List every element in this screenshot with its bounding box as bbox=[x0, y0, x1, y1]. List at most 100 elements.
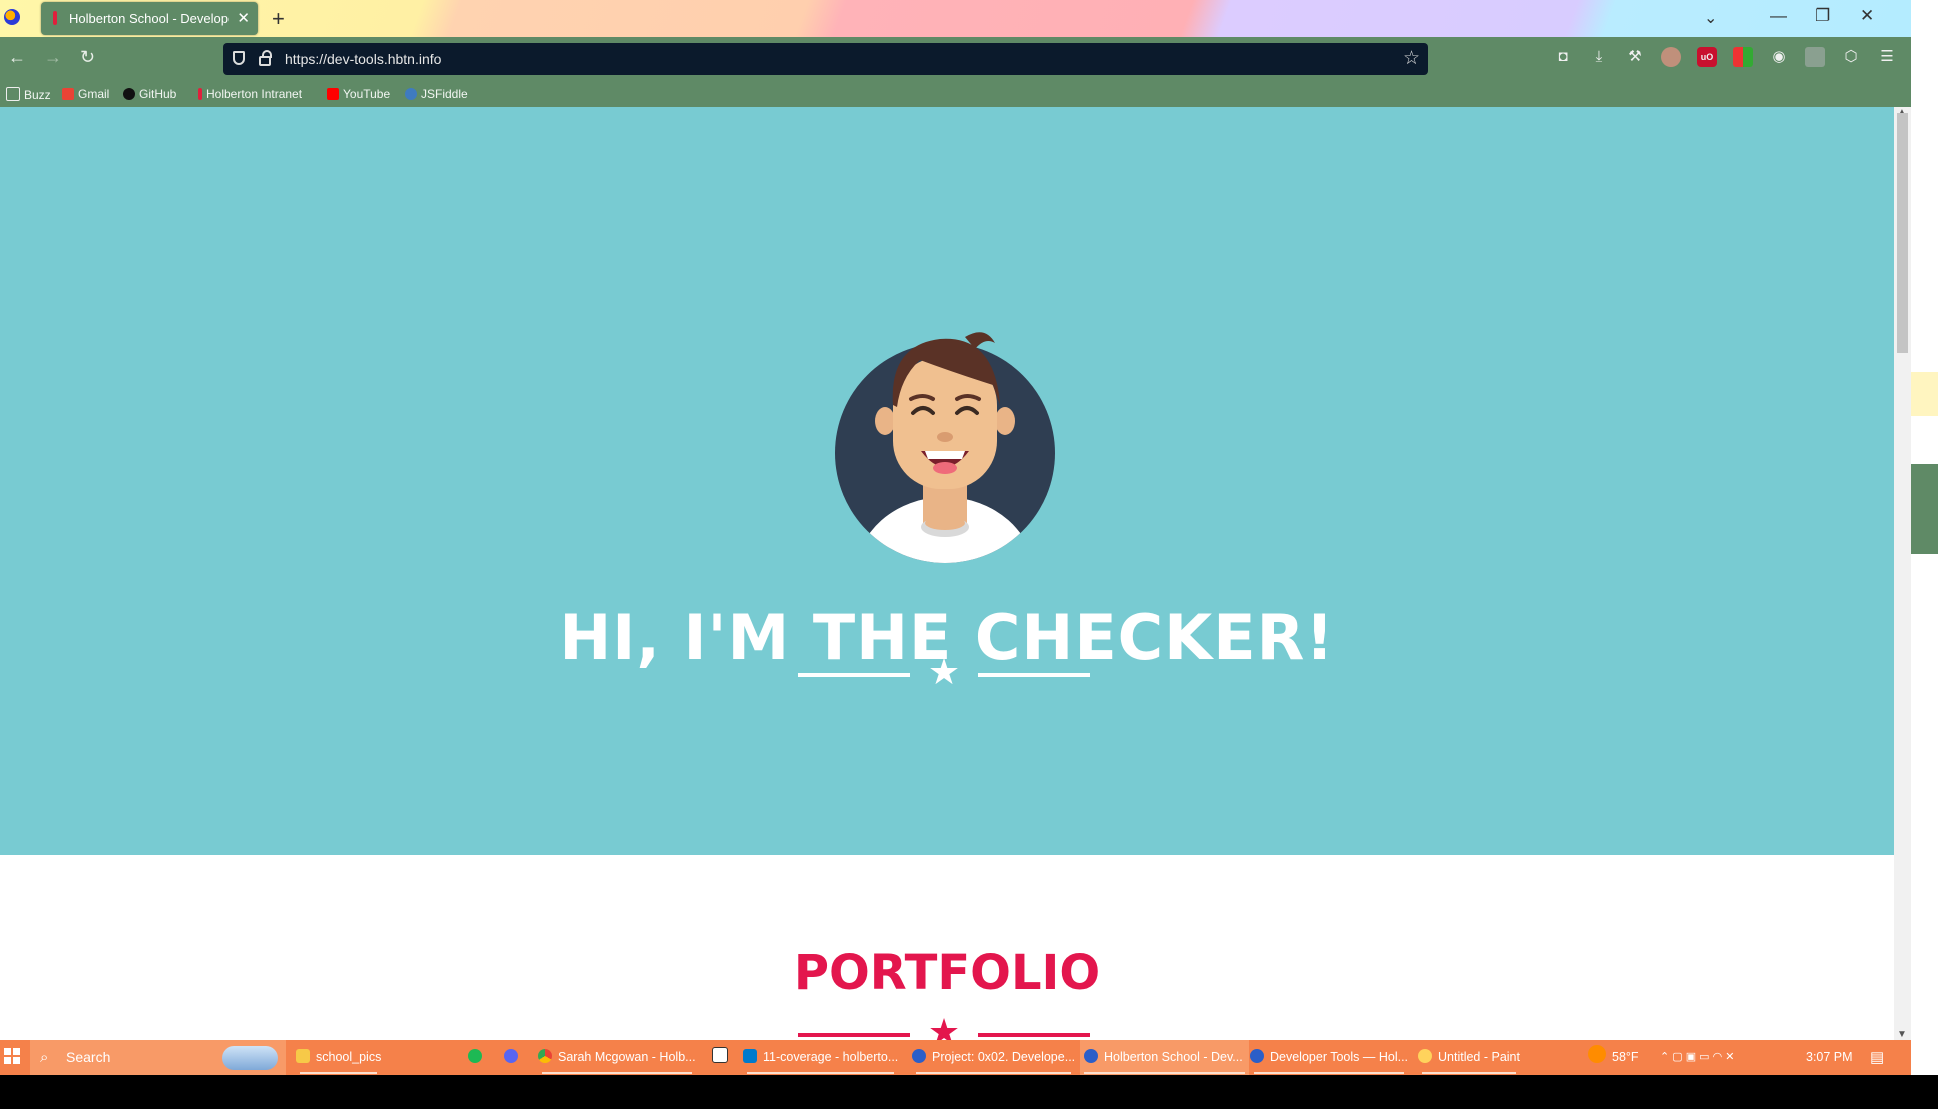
folder-icon bbox=[296, 1049, 310, 1063]
firefox-icon bbox=[1250, 1049, 1264, 1063]
reload-button[interactable]: ↻ bbox=[80, 47, 95, 68]
tab-strip: Holberton School - Developer t ✕ + ⌄ — ❐… bbox=[0, 0, 1911, 37]
taskbar: ⌕ Search school_pics Sarah Mcgowan - Hol… bbox=[0, 1040, 1911, 1075]
bookmark-holberton-intranet[interactable]: Holberton Intranet bbox=[198, 87, 302, 101]
windows-start-icon bbox=[4, 1048, 20, 1064]
gmail-icon bbox=[62, 88, 74, 100]
weather-temp: 58°F bbox=[1612, 1050, 1639, 1064]
tab-active[interactable]: Holberton School - Developer t ✕ bbox=[41, 2, 258, 35]
hero-section: HI, I'M THE CHECKER! ★ bbox=[0, 107, 1894, 855]
tab-close-icon[interactable]: ✕ bbox=[237, 9, 250, 27]
scrollbar-thumb[interactable] bbox=[1897, 113, 1908, 353]
taskbar-item-vscode[interactable]: 11-coverage - holberto... bbox=[743, 1040, 898, 1075]
extension-icon-2[interactable] bbox=[1805, 47, 1825, 67]
bookmark-label: Gmail bbox=[78, 87, 110, 101]
bookmark-gmail[interactable]: Gmail bbox=[62, 87, 109, 101]
chrome-icon bbox=[538, 1049, 552, 1063]
vscode-icon bbox=[743, 1049, 757, 1063]
extensions-puzzle-icon[interactable]: ⬡ bbox=[1841, 47, 1861, 67]
bookmark-star-icon[interactable]: ☆ bbox=[1403, 47, 1420, 70]
taskbar-label: Sarah Mcgowan - Holb... bbox=[558, 1050, 696, 1064]
taskbar-item-firefox-devtools[interactable]: Developer Tools — Hol... bbox=[1250, 1040, 1408, 1075]
system-tray-icons[interactable]: ⌃ ▢ ▣ ▭ ◠ ✕ bbox=[1660, 1040, 1735, 1075]
taskbar-label: Untitled - Paint bbox=[1438, 1050, 1520, 1064]
lock-icon[interactable] bbox=[259, 50, 272, 66]
background-window-panel bbox=[1911, 464, 1938, 554]
tab-list-chevron-icon[interactable]: ⌄ bbox=[1704, 8, 1717, 28]
discord-icon bbox=[504, 1049, 518, 1063]
taskbar-item-spotify[interactable] bbox=[468, 1040, 488, 1075]
background-window-strip bbox=[1911, 372, 1938, 416]
taskbar-item-school-pics[interactable]: school_pics bbox=[296, 1040, 381, 1075]
spotify-icon bbox=[468, 1049, 482, 1063]
taskbar-search[interactable]: ⌕ Search bbox=[30, 1040, 286, 1075]
back-button[interactable]: ← bbox=[8, 47, 26, 68]
profile-avatar-icon[interactable] bbox=[1661, 47, 1681, 67]
eye-extension-icon[interactable]: ◉ bbox=[1769, 47, 1789, 67]
taskbar-item-chrome[interactable]: Sarah Mcgowan - Holb... bbox=[538, 1040, 696, 1075]
pocket-icon[interactable]: ◘ bbox=[1553, 47, 1573, 67]
bookmark-youtube[interactable]: YouTube bbox=[327, 87, 390, 101]
bookmark-label: GitHub bbox=[139, 87, 177, 101]
tab-title: Holberton School - Developer t bbox=[69, 11, 229, 26]
screen: Holberton School - Developer t ✕ + ⌄ — ❐… bbox=[0, 0, 1911, 1075]
taskbar-label: Developer Tools — Hol... bbox=[1270, 1050, 1409, 1064]
bookmark-label: Holberton Intranet bbox=[206, 87, 303, 101]
minimize-button[interactable]: — bbox=[1770, 6, 1787, 26]
menu-icon[interactable]: ☰ bbox=[1877, 47, 1897, 67]
search-icon: ⌕ bbox=[40, 1049, 49, 1066]
close-window-button[interactable]: ✕ bbox=[1860, 6, 1874, 26]
notion-icon bbox=[712, 1047, 728, 1063]
new-tab-button[interactable]: + bbox=[272, 6, 285, 32]
scroll-down-icon[interactable]: ▼ bbox=[1897, 1029, 1907, 1040]
star-icon: ★ bbox=[927, 1011, 961, 1041]
firefox-icon bbox=[1084, 1049, 1098, 1063]
start-button[interactable] bbox=[4, 1040, 24, 1075]
weather-widget[interactable]: 58°F bbox=[1588, 1040, 1639, 1075]
web-page: HI, I'M THE CHECKER! ★ PORTFOLIO ★ bbox=[0, 107, 1894, 1040]
taskbar-item-firefox-holberton[interactable]: Holberton School - Dev... bbox=[1080, 1040, 1249, 1075]
navigation-toolbar: ← → ↻ https://dev-tools.hbtn.info ☆ ◘ ⤓ … bbox=[0, 37, 1911, 83]
bookmark-label: Buzz bbox=[24, 88, 51, 102]
firefox-icon[interactable] bbox=[4, 9, 20, 25]
restore-button[interactable]: ❐ bbox=[1815, 6, 1830, 26]
tracking-shield-icon[interactable] bbox=[233, 51, 245, 65]
search-highlight-image bbox=[222, 1046, 278, 1070]
taskbar-item-firefox-project[interactable]: Project: 0x02. Develope... bbox=[912, 1040, 1075, 1075]
download-icon[interactable]: ⤓ bbox=[1589, 47, 1609, 67]
paint-icon bbox=[1418, 1049, 1432, 1063]
divider-line bbox=[978, 1033, 1090, 1037]
clock[interactable]: 3:07 PM bbox=[1806, 1040, 1853, 1075]
taskbar-label: 11-coverage - holberto... bbox=[763, 1050, 899, 1064]
search-placeholder: Search bbox=[66, 1049, 111, 1065]
bookmark-buzz[interactable]: Buzz bbox=[6, 87, 51, 102]
bookmark-label: JSFiddle bbox=[421, 87, 468, 101]
holberton-icon bbox=[53, 11, 57, 25]
divider-line bbox=[798, 673, 910, 677]
github-icon bbox=[123, 88, 135, 100]
forward-button[interactable]: → bbox=[44, 47, 62, 68]
taskbar-item-discord[interactable] bbox=[504, 1040, 524, 1075]
bookmark-github[interactable]: GitHub bbox=[123, 87, 176, 101]
screen-bottom-bezel bbox=[0, 1075, 1938, 1109]
taskbar-label: Project: 0x02. Develope... bbox=[932, 1050, 1076, 1064]
wrench-icon[interactable]: ⚒ bbox=[1625, 47, 1645, 67]
bookmarks-toolbar: Buzz Gmail GitHub Holberton Intranet You… bbox=[0, 83, 1911, 108]
extension-icon[interactable] bbox=[1733, 47, 1753, 67]
taskbar-item-paint[interactable]: Untitled - Paint bbox=[1418, 1040, 1520, 1075]
taskbar-item-notion[interactable] bbox=[712, 1040, 734, 1075]
bookmark-jsfiddle[interactable]: JSFiddle bbox=[405, 87, 468, 101]
star-icon: ★ bbox=[927, 651, 961, 692]
holberton-icon bbox=[198, 88, 202, 100]
notifications-icon[interactable]: ▤ bbox=[1870, 1040, 1884, 1075]
divider-line bbox=[798, 1033, 910, 1037]
address-bar[interactable]: https://dev-tools.hbtn.info ☆ bbox=[223, 43, 1428, 75]
taskbar-label: Holberton School - Dev... bbox=[1104, 1050, 1243, 1064]
hero-divider: ★ bbox=[798, 654, 1090, 690]
background-window-edge bbox=[1911, 0, 1938, 1075]
bookmark-label: YouTube bbox=[343, 87, 391, 101]
page-scrollbar[interactable]: ▲ ▼ bbox=[1894, 107, 1911, 1040]
url-text[interactable]: https://dev-tools.hbtn.info bbox=[285, 51, 441, 67]
ublock-icon[interactable]: uO bbox=[1697, 47, 1717, 67]
jsfiddle-icon bbox=[405, 88, 417, 100]
